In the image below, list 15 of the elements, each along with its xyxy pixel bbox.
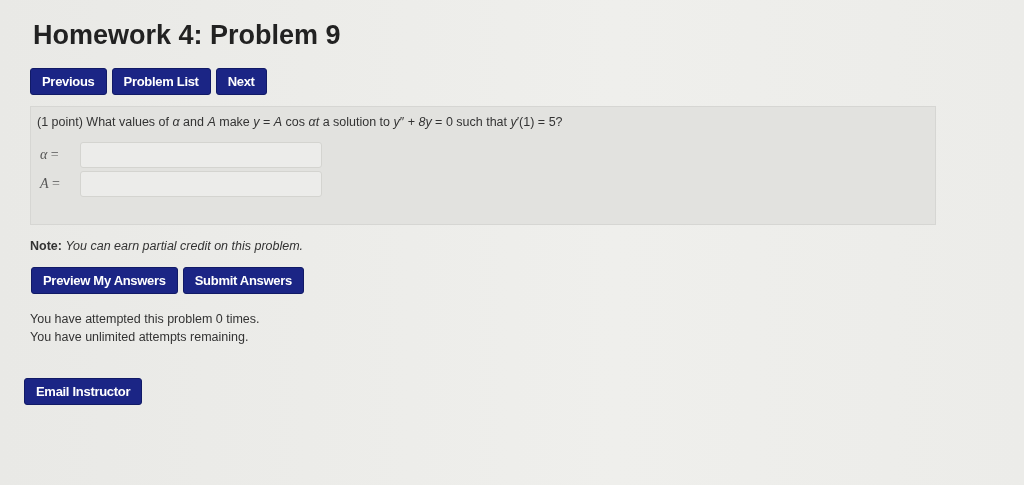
answer-field[interactable]: [80, 171, 322, 197]
question-text: (1 point) What values of α and A make y = A cos αt a solution to y″ + 8y = 0 such that y′(1) = 5?: [37, 115, 564, 129]
attempts-text: You have attempted this problem 0 times.: [30, 311, 260, 328]
attempts-text: You have unlimited attempts remaining.: [30, 329, 249, 346]
nav-button[interactable]: Next: [215, 68, 267, 95]
email-instructor-button[interactable]: Email Instructor: [24, 378, 143, 405]
nav-button[interactable]: Previous: [30, 68, 107, 95]
note-text: Note: You can earn partial credit on this problem.: [30, 239, 304, 253]
answer-label: A =: [38, 176, 61, 192]
answer-button[interactable]: Preview My Answers: [31, 267, 178, 294]
answer-button[interactable]: Submit Answers: [182, 267, 304, 294]
answer-label: α =: [39, 147, 60, 163]
nav-button[interactable]: Problem List: [111, 68, 211, 95]
page-title: Homework 4: Problem 9: [33, 20, 341, 51]
answer-field[interactable]: [80, 142, 322, 168]
